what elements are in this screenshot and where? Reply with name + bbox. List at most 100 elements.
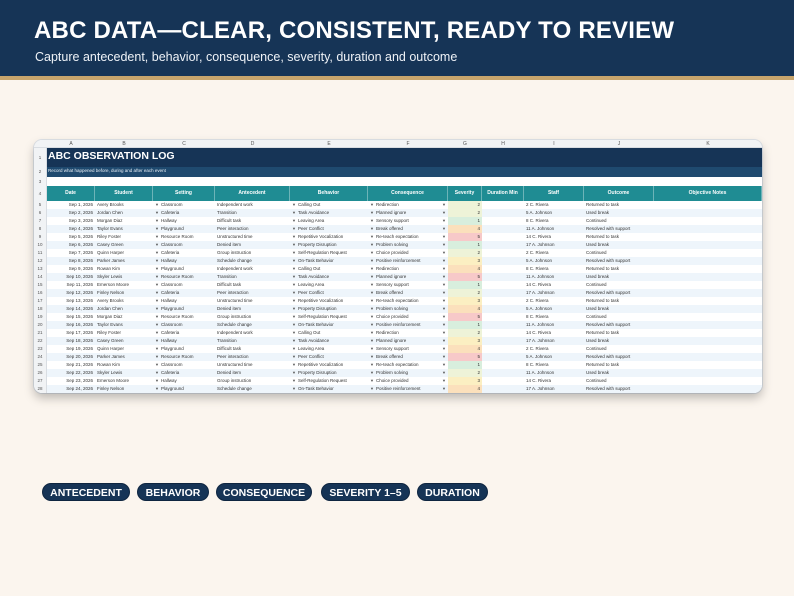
column-header-date[interactable]: Date: [47, 186, 95, 201]
table-cell-behavior[interactable]: Calling Out: [292, 265, 366, 273]
table-cell-student[interactable]: Avery Brooks: [97, 201, 151, 209]
row-number-header[interactable]: 21: [34, 329, 47, 337]
table-cell-duration[interactable]: [484, 297, 522, 305]
table-cell-staff[interactable]: 5 A. Johnson: [526, 257, 582, 265]
row-number-header[interactable]: 25: [34, 361, 47, 369]
table-cell-setting[interactable]: Classroom: [155, 361, 213, 369]
table-cell-setting[interactable]: Playground: [155, 305, 213, 313]
table-cell-severity[interactable]: 1: [450, 321, 480, 329]
table-cell-outcome[interactable]: Returned to task: [586, 201, 652, 209]
dropdown-arrow-icon[interactable]: ▼: [155, 265, 159, 273]
table-cell-consequence[interactable]: Problem solving: [370, 369, 446, 377]
table-cell-consequence[interactable]: Choice provided: [370, 313, 446, 321]
dropdown-arrow-icon[interactable]: ▼: [292, 377, 296, 385]
table-cell-severity[interactable]: 1: [450, 281, 480, 289]
table-cell-student[interactable]: Rowan Kim: [97, 361, 151, 369]
dropdown-arrow-icon[interactable]: ▼: [292, 281, 296, 289]
dropdown-arrow-icon[interactable]: ▼: [370, 273, 374, 281]
table-cell-student[interactable]: Riley Foster: [97, 233, 151, 241]
table-cell-outcome[interactable]: Continued: [586, 217, 652, 225]
dropdown-arrow-icon[interactable]: ▼: [442, 305, 446, 313]
table-cell-behavior[interactable]: Repetitive Vocalization: [292, 233, 366, 241]
table-cell-behavior[interactable]: On-Task Behavior: [292, 385, 366, 393]
table-cell-consequence[interactable]: Problem solving: [370, 305, 446, 313]
column-letter-header[interactable]: F: [368, 140, 448, 148]
dropdown-arrow-icon[interactable]: ▼: [155, 369, 159, 377]
table-cell-consequence[interactable]: Problem solving: [370, 241, 446, 249]
table-cell-severity[interactable]: 5: [450, 233, 480, 241]
table-cell-staff[interactable]: 14 C. Rivera: [526, 377, 582, 385]
table-cell-consequence[interactable]: Redirection: [370, 329, 446, 337]
dropdown-arrow-icon[interactable]: ▼: [155, 329, 159, 337]
table-cell-duration[interactable]: [484, 305, 522, 313]
dropdown-arrow-icon[interactable]: ▼: [370, 377, 374, 385]
row-number-header[interactable]: 17: [34, 297, 47, 305]
dropdown-arrow-icon[interactable]: ▼: [292, 241, 296, 249]
table-cell-date[interactable]: Sep 9, 2026: [49, 265, 93, 273]
table-cell-severity[interactable]: 4: [450, 385, 480, 393]
table-cell-staff[interactable]: 14 C. Rivera: [526, 281, 582, 289]
dropdown-arrow-icon[interactable]: ▼: [292, 353, 296, 361]
table-cell-student[interactable]: Emerson Moore: [97, 281, 151, 289]
dropdown-arrow-icon[interactable]: ▼: [292, 345, 296, 353]
table-cell-consequence[interactable]: Break offered: [370, 353, 446, 361]
dropdown-arrow-icon[interactable]: ▼: [442, 313, 446, 321]
table-cell-setting[interactable]: Resource Room: [155, 353, 213, 361]
table-cell-antecedent[interactable]: Group instruction: [217, 377, 288, 385]
dropdown-arrow-icon[interactable]: ▼: [155, 321, 159, 329]
column-header-student[interactable]: Student: [95, 186, 153, 201]
dropdown-arrow-icon[interactable]: ▼: [370, 385, 374, 393]
table-cell-outcome[interactable]: Resolved with support: [586, 385, 652, 393]
row-number-header[interactable]: 23: [34, 345, 47, 353]
table-cell-staff[interactable]: 17 A. Johnson: [526, 289, 582, 297]
dropdown-arrow-icon[interactable]: ▼: [370, 241, 374, 249]
table-cell-setting[interactable]: Classroom: [155, 281, 213, 289]
dropdown-arrow-icon[interactable]: ▼: [370, 329, 374, 337]
column-letter-header[interactable]: A: [47, 140, 95, 148]
table-cell-staff[interactable]: 5 A. Johnson: [526, 305, 582, 313]
table-cell-behavior[interactable]: Repetitive Vocalization: [292, 297, 366, 305]
dropdown-arrow-icon[interactable]: ▼: [442, 361, 446, 369]
table-cell-duration[interactable]: [484, 201, 522, 209]
dropdown-arrow-icon[interactable]: ▼: [292, 273, 296, 281]
table-cell-behavior[interactable]: Property Disruption: [292, 305, 366, 313]
table-cell-consequence[interactable]: Positive reinforcement: [370, 321, 446, 329]
table-cell-behavior[interactable]: Calling Out: [292, 201, 366, 209]
table-cell-consequence[interactable]: Re-teach expectation: [370, 361, 446, 369]
table-cell-behavior[interactable]: Peer Conflict: [292, 289, 366, 297]
column-header-consequence[interactable]: Consequence: [368, 186, 448, 201]
row-number-header[interactable]: 18: [34, 305, 47, 313]
table-cell-staff[interactable]: 8 C. Rivera: [526, 313, 582, 321]
table-cell-setting[interactable]: Cafeteria: [155, 329, 213, 337]
table-cell-date[interactable]: Sep 7, 2026: [49, 249, 93, 257]
table-cell-consequence[interactable]: Redirection: [370, 265, 446, 273]
table-cell-setting[interactable]: Resource Room: [155, 273, 213, 281]
table-cell-date[interactable]: Sep 22, 2026: [49, 369, 93, 377]
table-cell-behavior[interactable]: Leaving Area: [292, 217, 366, 225]
table-cell-duration[interactable]: [484, 329, 522, 337]
table-cell-severity[interactable]: 1: [450, 217, 480, 225]
table-cell-severity[interactable]: 5: [450, 353, 480, 361]
table-cell-student[interactable]: Morgan Diaz: [97, 313, 151, 321]
row-number-header[interactable]: 26: [34, 369, 47, 377]
table-cell-date[interactable]: Sep 17, 2026: [49, 329, 93, 337]
dropdown-arrow-icon[interactable]: ▼: [292, 209, 296, 217]
dropdown-arrow-icon[interactable]: ▼: [442, 353, 446, 361]
dropdown-arrow-icon[interactable]: ▼: [370, 369, 374, 377]
table-cell-consequence[interactable]: Positive reinforcement: [370, 385, 446, 393]
column-header-objective-notes[interactable]: Objective Notes: [654, 186, 762, 201]
table-cell-outcome[interactable]: Resolved with support: [586, 353, 652, 361]
table-cell-duration[interactable]: [484, 257, 522, 265]
table-cell-duration[interactable]: [484, 233, 522, 241]
row-number-header[interactable]: 28: [34, 385, 47, 393]
table-cell-setting[interactable]: Resource Room: [155, 233, 213, 241]
table-cell-setting[interactable]: Playground: [155, 265, 213, 273]
table-cell-setting[interactable]: Resource Room: [155, 313, 213, 321]
column-header-antecedent[interactable]: Antecedent: [215, 186, 290, 201]
dropdown-arrow-icon[interactable]: ▼: [155, 249, 159, 257]
table-cell-antecedent[interactable]: Independent work: [217, 265, 288, 273]
table-cell-staff[interactable]: 11 A. Johnson: [526, 321, 582, 329]
dropdown-arrow-icon[interactable]: ▼: [292, 369, 296, 377]
table-cell-setting[interactable]: Playground: [155, 225, 213, 233]
row-number-header[interactable]: 14: [34, 273, 47, 281]
